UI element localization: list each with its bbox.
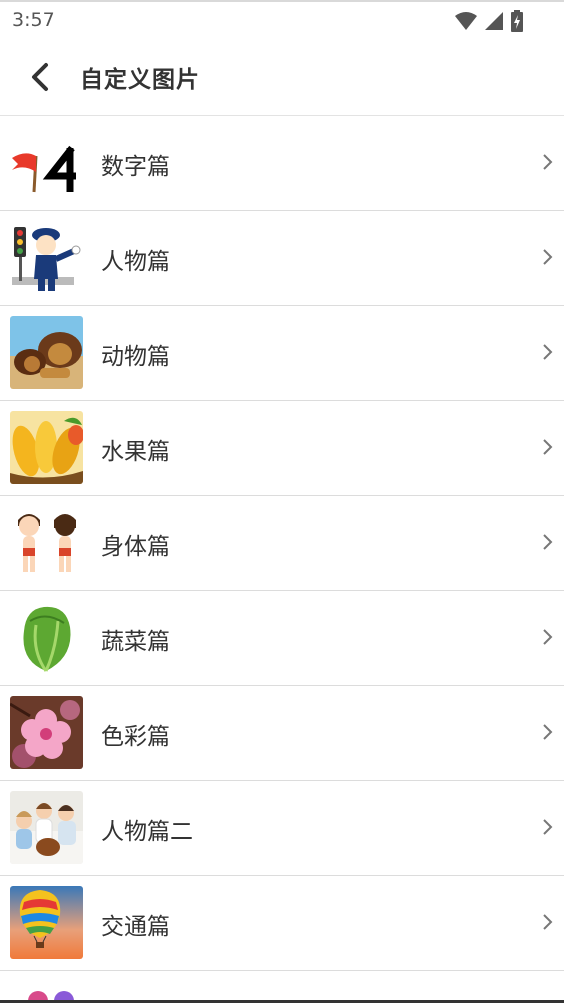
partial-thumbnail-image (28, 991, 74, 1003)
back-button[interactable] (22, 57, 58, 97)
chevron-right-icon (543, 724, 553, 740)
list-item-colors[interactable]: 色彩篇 (0, 686, 564, 781)
app-bar: 自定义图片 (0, 38, 564, 116)
list-item-transport[interactable]: 交通篇 (0, 876, 564, 971)
status-bar: 3:57 (0, 0, 564, 40)
list-item-label: 身体篇 (101, 534, 170, 560)
list-item-label: 人物篇 (101, 249, 170, 275)
list-item-people[interactable]: 人物篇 (0, 211, 564, 306)
list-item-label: 蔬菜篇 (101, 629, 170, 655)
list-item-people-two[interactable]: 人物篇二 (0, 781, 564, 876)
cartoon-children-image (10, 506, 83, 579)
wifi-icon (455, 12, 477, 30)
list-item-body[interactable]: 身体篇 (0, 496, 564, 591)
mangoes-image (10, 411, 83, 484)
list-item-animals[interactable]: 动物篇 (0, 306, 564, 401)
lions-image (10, 316, 83, 389)
status-time: 3:57 (12, 9, 55, 31)
chevron-right-icon (543, 439, 553, 455)
hot-air-balloon-image (10, 886, 83, 959)
pink-blossom-image (10, 696, 83, 769)
lettuce-image (10, 601, 83, 674)
list-item-label: 数字篇 (101, 154, 170, 180)
list-item-fruits[interactable]: 水果篇 (0, 401, 564, 496)
list-item-vegetables[interactable]: 蔬菜篇 (0, 591, 564, 686)
flag-number-four-image (10, 126, 83, 199)
list-item-numbers[interactable]: 数字篇 (0, 116, 564, 211)
page-title: 自定义图片 (80, 67, 200, 93)
chevron-right-icon (543, 629, 553, 645)
traffic-police-image (10, 221, 83, 294)
back-arrow-icon (32, 63, 48, 91)
list-item-label: 交通篇 (101, 914, 170, 940)
list-item-label: 水果篇 (101, 439, 170, 465)
list-item-partial[interactable] (0, 967, 564, 1003)
battery-charging-icon (511, 10, 523, 32)
status-icons (454, 10, 524, 32)
family-photo-image (10, 791, 83, 864)
signal-icon (485, 12, 503, 30)
list-item-label: 动物篇 (101, 344, 170, 370)
chevron-right-icon (543, 819, 553, 835)
list-item-label: 色彩篇 (101, 724, 170, 750)
chevron-right-icon (543, 534, 553, 550)
chevron-right-icon (543, 249, 553, 265)
category-list: 数字篇 人物篇 动物篇 水果篇 身体篇 蔬菜篇 色彩篇 人物篇二 交通篇 (0, 116, 564, 971)
chevron-right-icon (543, 344, 553, 360)
list-item-label: 人物篇二 (101, 819, 193, 845)
chevron-right-icon (543, 914, 553, 930)
chevron-right-icon (543, 154, 553, 170)
